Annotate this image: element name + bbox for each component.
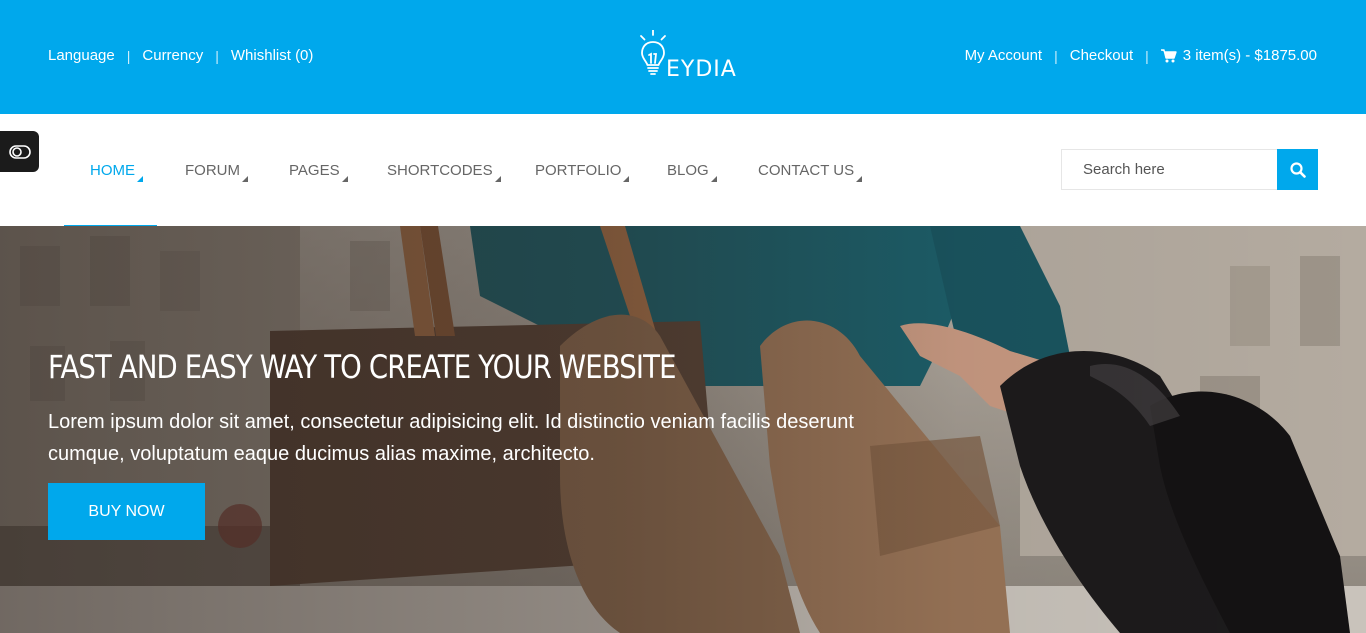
top-bar: Language | Currency | Whishlist (0) EYDI…	[0, 0, 1366, 114]
nav-home[interactable]: HOME	[64, 114, 157, 228]
toggle-icon	[8, 144, 31, 159]
nav-home-label: HOME	[90, 162, 143, 182]
search-box	[1061, 149, 1318, 190]
nav-blog-label: BLOG	[667, 162, 717, 182]
hero-description: Lorem ipsum dolor sit amet, consectetur …	[48, 411, 854, 465]
nav-contact-label: CONTACT US	[758, 162, 863, 182]
lightbulb-logo-icon	[640, 30, 666, 75]
top-right-links: My Account | Checkout | 3 item(s) - $187…	[965, 45, 1317, 67]
logo-text: EYDIA	[666, 57, 737, 82]
cart-icon	[1160, 49, 1177, 63]
search-input[interactable]	[1061, 149, 1277, 190]
nav-portfolio[interactable]: PORTFOLIO	[508, 114, 639, 226]
nav-blog[interactable]: BLOG	[639, 114, 730, 226]
separator: |	[126, 48, 131, 64]
nav-shortcodes-label: SHORTCODES	[387, 162, 501, 182]
nav-forum[interactable]: FORUM	[157, 114, 261, 226]
site-logo[interactable]: EYDIA	[638, 30, 736, 86]
currency-link[interactable]: Currency	[142, 45, 203, 67]
separator: |	[1054, 48, 1058, 64]
style-switcher-toggle[interactable]	[0, 131, 39, 172]
language-link[interactable]: Language	[48, 45, 115, 67]
search-icon	[1289, 161, 1306, 178]
main-menu: HOME FORUM PAGES SHORTCODES PORTFOLIO BL…	[64, 114, 863, 228]
checkout-link[interactable]: Checkout	[1070, 45, 1133, 67]
wishlist-link[interactable]: Whishlist (0)	[231, 45, 314, 67]
my-account-link[interactable]: My Account	[965, 45, 1043, 67]
nav-forum-label: FORUM	[185, 162, 248, 182]
search-button[interactable]	[1277, 149, 1318, 190]
nav-shortcodes[interactable]: SHORTCODES	[359, 114, 508, 226]
nav-contact[interactable]: CONTACT US	[730, 114, 863, 226]
hero-title: FAST AND EASY WAY TO CREATE YOUR WEBSITE	[48, 348, 676, 386]
hero-banner: FAST AND EASY WAY TO CREATE YOUR WEBSITE…	[0, 226, 1366, 633]
cart-link[interactable]: 3 item(s) - $1875.00	[1160, 45, 1317, 67]
separator: |	[1145, 48, 1149, 64]
top-left-links: Language | Currency | Whishlist (0)	[48, 45, 313, 67]
nav-pages-label: PAGES	[289, 162, 348, 182]
nav-portfolio-label: PORTFOLIO	[535, 162, 630, 182]
cart-summary: 3 item(s) - $1875.00	[1182, 47, 1317, 64]
separator: |	[215, 48, 219, 64]
nav-pages[interactable]: PAGES	[261, 114, 359, 226]
buy-now-button[interactable]: BUY NOW	[48, 483, 205, 540]
main-navbar: HOME FORUM PAGES SHORTCODES PORTFOLIO BL…	[0, 114, 1366, 228]
